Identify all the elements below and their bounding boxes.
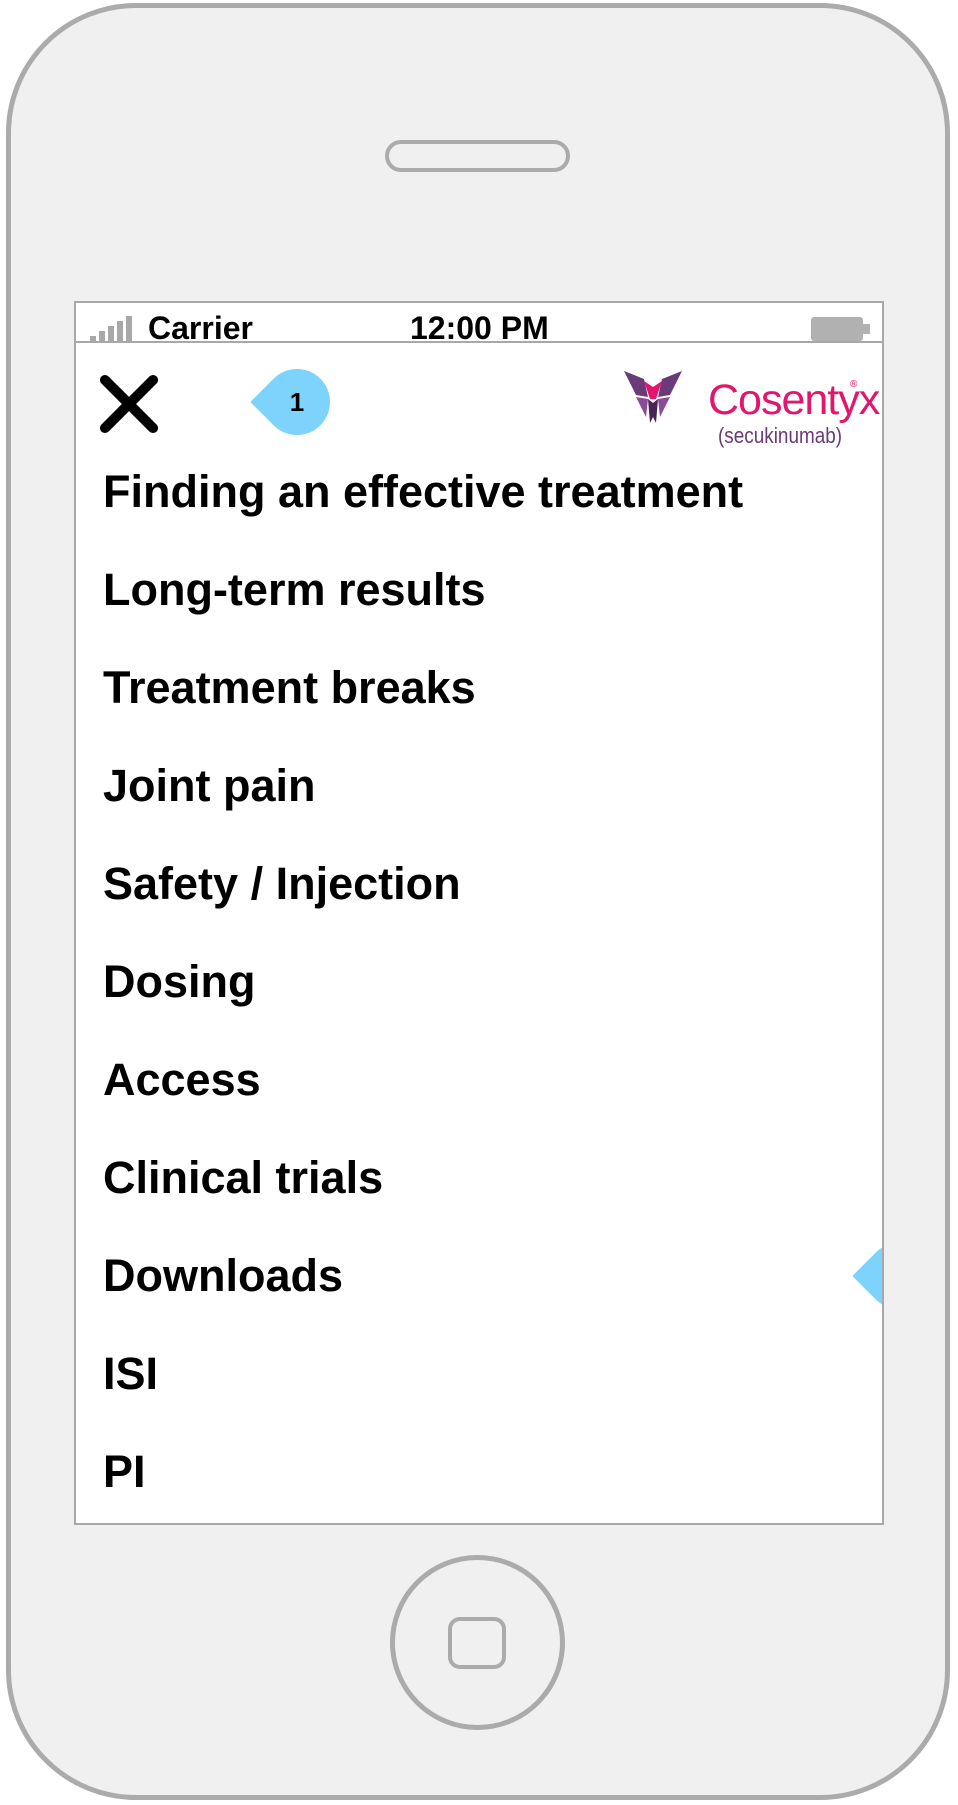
menu-item-access[interactable]: Access (103, 1055, 863, 1153)
annotation-marker-1-label: 1 (289, 387, 305, 417)
device-screen: Carrier 12:00 PM 1 Cosentyx ® (secukinum… (74, 301, 884, 1525)
status-bar: Carrier 12:00 PM (76, 303, 882, 346)
cosentyx-logo-mark-icon (624, 371, 682, 423)
status-time: 12:00 PM (410, 310, 549, 346)
annotation-marker-2-label: 2 (866, 1243, 882, 1309)
carrier-name: Carrier (148, 310, 253, 346)
menu-item-safety-injection[interactable]: Safety / Injection (103, 859, 863, 957)
menu-item-finding-treatment[interactable]: Finding an effective treatment (103, 467, 863, 565)
menu-item-treatment-breaks[interactable]: Treatment breaks (103, 663, 863, 761)
menu-item-dosing[interactable]: Dosing (103, 957, 863, 1055)
menu-item-joint-pain[interactable]: Joint pain (103, 761, 863, 859)
registered-mark: ® (850, 379, 858, 390)
menu-item-pi[interactable]: PI (103, 1447, 863, 1523)
menu-item-isi[interactable]: ISI (103, 1349, 863, 1447)
home-square-icon (448, 1617, 506, 1669)
battery-icon (811, 317, 870, 341)
menu-item-downloads[interactable]: Downloads (103, 1251, 863, 1349)
menu-item-long-term-results[interactable]: Long-term results (103, 565, 863, 663)
navigation-menu: Finding an effective treatment Long-term… (103, 467, 863, 1523)
close-menu-button[interactable] (96, 371, 162, 437)
generic-name: (secukinumab) (718, 423, 843, 448)
brand-logo[interactable]: Cosentyx ® (secukinumab) (622, 365, 880, 459)
menu-item-clinical-trials[interactable]: Clinical trials (103, 1153, 863, 1251)
signal-strength-icon (90, 315, 140, 341)
speaker-grille (385, 140, 570, 172)
